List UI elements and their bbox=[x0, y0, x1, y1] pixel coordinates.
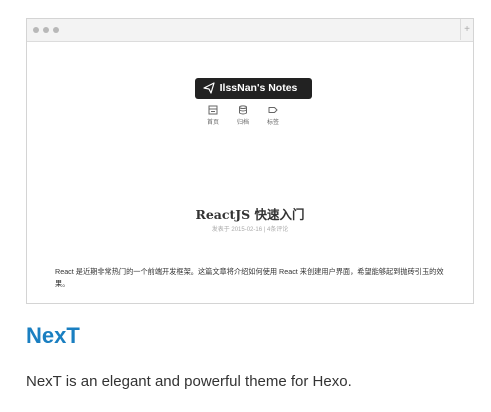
post-excerpt: React 是近期非常热门的一个前端开发框架。这篇文章将介绍如何使用 React… bbox=[55, 267, 444, 288]
menu-item-label: 首页 bbox=[206, 120, 219, 126]
menu-item-label: 标签 bbox=[266, 120, 279, 126]
site-brand: IlssNan's Notes bbox=[195, 78, 312, 99]
browser-titlebar: + bbox=[27, 19, 473, 42]
menu-item-tags: 标签 bbox=[258, 105, 288, 126]
tag-icon bbox=[268, 107, 278, 113]
window-dot-icon bbox=[43, 27, 49, 33]
theme-description: NexT is an elegant and powerful theme fo… bbox=[26, 373, 352, 390]
new-tab-icon: + bbox=[460, 19, 473, 40]
theme-name-link[interactable]: NexT bbox=[26, 323, 80, 349]
menu-item-home: 首页 bbox=[198, 105, 228, 126]
menu-item-label: 归档 bbox=[236, 120, 249, 126]
window-dot-icon bbox=[33, 27, 39, 33]
post-title: ReactJS 快速入门 bbox=[195, 207, 305, 222]
paper-plane-icon bbox=[203, 82, 215, 94]
menu-item-archive: 归档 bbox=[228, 105, 258, 126]
archive-icon bbox=[239, 105, 247, 115]
post-meta: 发表于 2015-02-16 | 4条评论 bbox=[211, 227, 289, 233]
theme-preview-screenshot[interactable]: + IlssNan's Notes 首页 归档 标签 ReactJS 快速入门 … bbox=[26, 18, 474, 304]
site-brand-label: IlssNan's Notes bbox=[219, 82, 298, 94]
window-dot-icon bbox=[53, 27, 59, 33]
home-icon bbox=[208, 105, 218, 115]
